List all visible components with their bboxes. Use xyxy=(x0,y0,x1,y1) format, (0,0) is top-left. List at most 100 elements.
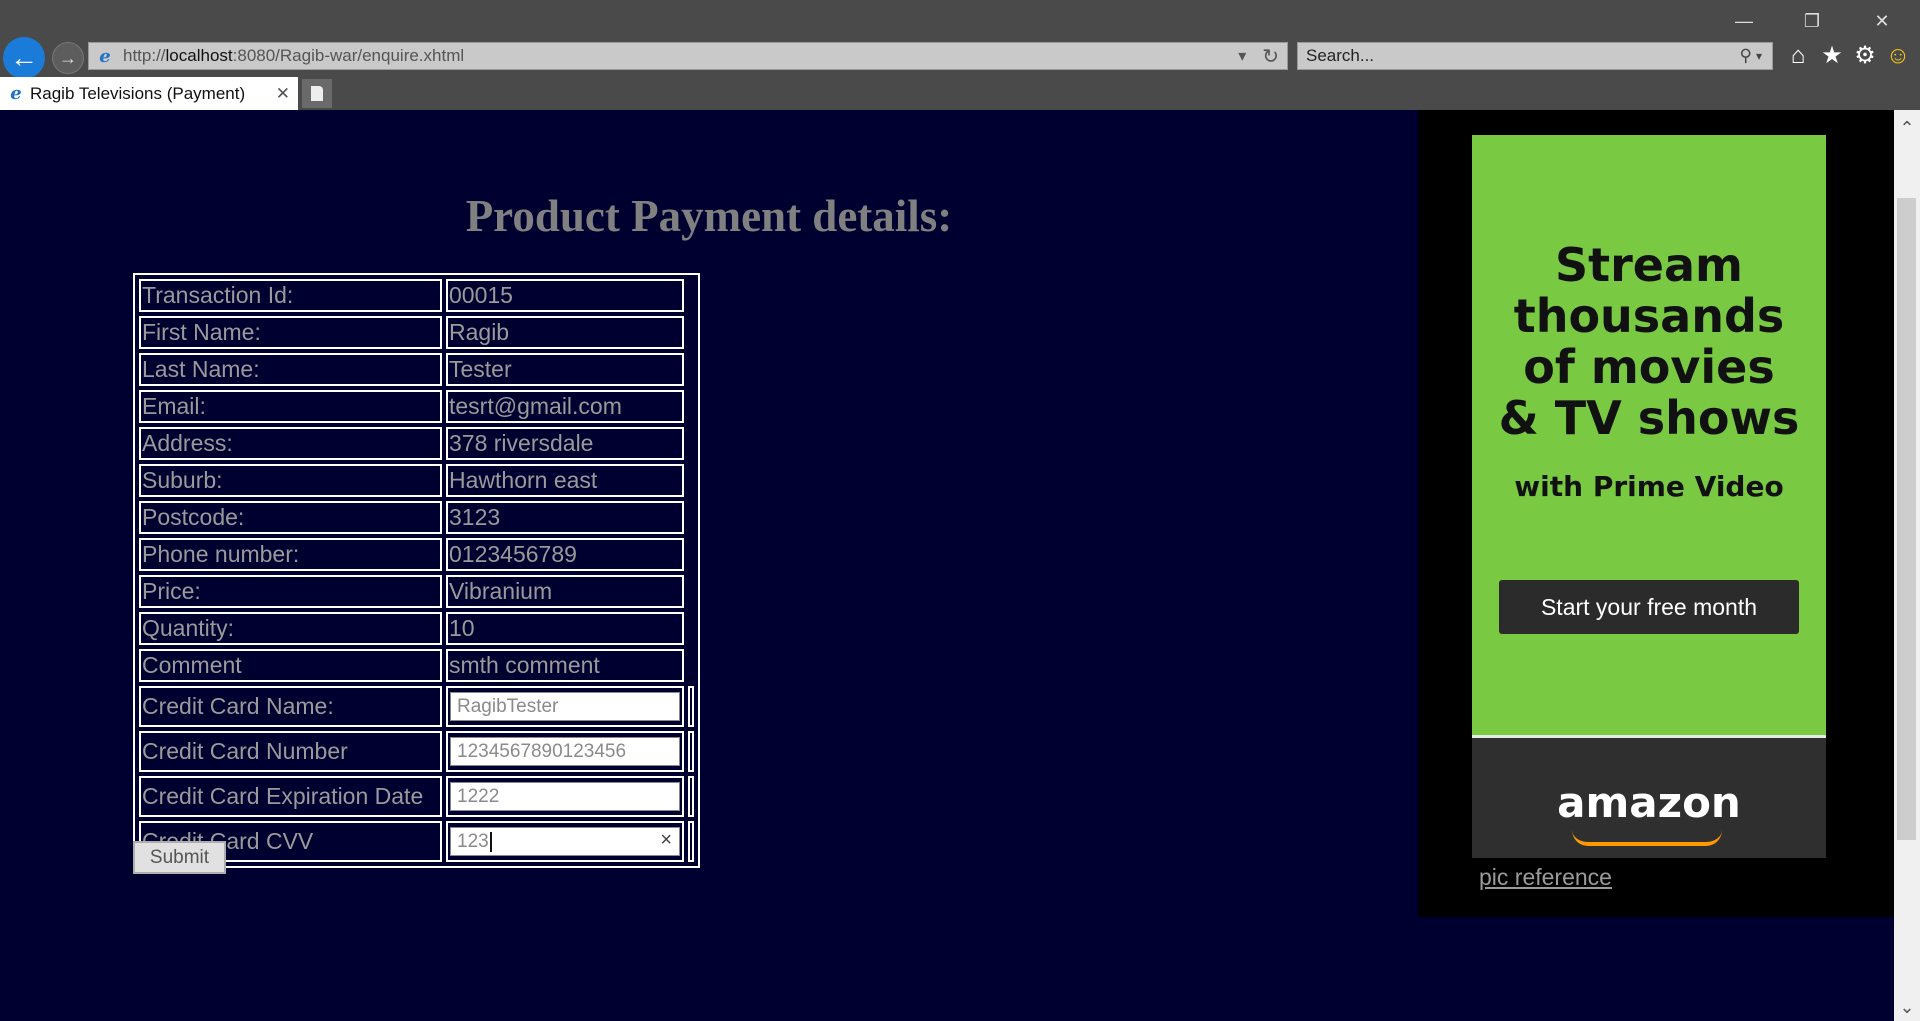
row-label: Email: xyxy=(139,390,442,423)
empty-cell xyxy=(688,731,694,772)
vertical-scrollbar[interactable]: ⌃ ⌄ xyxy=(1894,110,1920,1021)
ad-headline-line: thousands xyxy=(1513,289,1785,343)
tab-payment[interactable]: e Ragib Televisions (Payment) ✕ xyxy=(0,77,298,110)
page-title: Product Payment details: xyxy=(465,191,953,241)
row-value: 10 xyxy=(446,612,684,645)
start-free-month-button[interactable]: Start your free month xyxy=(1499,580,1799,634)
new-tab-icon xyxy=(311,86,323,101)
minimize-icon[interactable]: — xyxy=(1724,8,1764,34)
table-row: Comment smth comment xyxy=(139,649,694,682)
back-arrow-icon[interactable]: ← xyxy=(3,37,45,79)
close-tab-icon[interactable]: ✕ xyxy=(276,84,290,104)
row-value: Ragib xyxy=(446,316,684,349)
text-cursor xyxy=(489,831,492,852)
credit-card-number-input[interactable]: 1234567890123456 xyxy=(450,737,680,766)
address-bar[interactable]: e http://localhost:8080/Ragib-war/enquir… xyxy=(88,42,1288,70)
table-row: Email: tesrt@gmail.com xyxy=(139,390,694,423)
tab-title: Ragib Televisions (Payment) xyxy=(30,83,246,103)
row-label: Quantity: xyxy=(139,612,442,645)
search-bar[interactable]: ⚲ ▾ xyxy=(1297,42,1773,70)
address-dropdown-icon[interactable]: ▾ xyxy=(1238,46,1246,66)
cvv-input-wrapper: 123 × xyxy=(450,827,680,856)
credit-card-expiration-input[interactable]: 1222 xyxy=(450,782,680,811)
smiley-icon[interactable]: ☺ xyxy=(1884,42,1912,70)
ad-headline-line: & TV shows xyxy=(1498,391,1800,445)
ie-logo-icon: e xyxy=(99,45,111,67)
url-text[interactable]: http://localhost:8080/Ragib-war/enquire.… xyxy=(123,46,1230,66)
forward-arrow-icon[interactable]: → xyxy=(52,42,84,74)
ad-headline-line: Stream xyxy=(1555,238,1743,292)
clear-input-icon[interactable]: × xyxy=(660,829,672,852)
row-label: Last Name: xyxy=(139,353,442,386)
url-host: localhost xyxy=(165,46,233,65)
restore-icon[interactable]: ❐ xyxy=(1792,8,1832,34)
pic-reference-link[interactable]: pic reference xyxy=(1479,864,1612,891)
row-value: smth comment xyxy=(446,649,684,682)
home-icon[interactable]: ⌂ xyxy=(1784,42,1812,70)
credit-card-expiration-label: Credit Card Expiration Date xyxy=(139,776,442,817)
row-value: 0123456789 xyxy=(446,538,684,571)
table-row: Phone number: 0123456789 xyxy=(139,538,694,571)
row-label: Comment xyxy=(139,649,442,682)
table-row: Last Name: Tester xyxy=(139,353,694,386)
row-value: Vibranium xyxy=(446,575,684,608)
row-label: Suburb: xyxy=(139,464,442,497)
tab-favicon: e xyxy=(10,83,22,104)
table-row: Address: 378 riversdale xyxy=(139,427,694,460)
ad-subline: with Prime Video xyxy=(1514,470,1784,503)
row-value: 378 riversdale xyxy=(446,427,684,460)
row-value: tesrt@gmail.com xyxy=(446,390,684,423)
search-input[interactable] xyxy=(1298,45,1740,67)
prime-video-ad[interactable]: Stream thousands of movies & TV shows wi… xyxy=(1472,135,1826,858)
close-window-icon[interactable]: ✕ xyxy=(1862,8,1902,34)
table-row: First Name: Ragib xyxy=(139,316,694,349)
input-cell: 123 × xyxy=(446,821,684,862)
payment-details-table: Transaction Id: 00015 First Name: Ragib … xyxy=(133,273,700,868)
table-row: Credit Card Name: RagibTester xyxy=(139,686,694,727)
table-row: Postcode: 3123 xyxy=(139,501,694,534)
submit-button[interactable]: Submit xyxy=(133,841,226,874)
credit-card-cvv-input[interactable]: 123 xyxy=(450,827,680,856)
row-value: Tester xyxy=(446,353,684,386)
ad-headline-line: of movies xyxy=(1523,340,1775,394)
row-label: Transaction Id: xyxy=(139,279,442,312)
input-cell: 1234567890123456 xyxy=(446,731,684,772)
search-dropdown-icon[interactable]: ▾ xyxy=(1756,49,1762,63)
amazon-logo: amazon xyxy=(1557,778,1741,827)
ad-headline: Stream thousands of movies & TV shows xyxy=(1472,240,1826,444)
scroll-down-icon[interactable]: ⌄ xyxy=(1894,995,1920,1019)
credit-card-number-label: Credit Card Number xyxy=(139,731,442,772)
row-value: Hawthorn east xyxy=(446,464,684,497)
new-tab-button[interactable] xyxy=(302,79,332,108)
refresh-icon[interactable]: ↻ xyxy=(1262,44,1279,69)
row-label: Price: xyxy=(139,575,442,608)
credit-card-name-label: Credit Card Name: xyxy=(139,686,442,727)
empty-cell xyxy=(688,821,694,862)
amazon-smile-icon xyxy=(1572,830,1722,846)
row-label: Postcode: xyxy=(139,501,442,534)
table-row: Quantity: 10 xyxy=(139,612,694,645)
cvv-input-value: 123 xyxy=(457,830,489,852)
credit-card-name-input[interactable]: RagibTester xyxy=(450,692,680,721)
table-row: Price: Vibranium xyxy=(139,575,694,608)
search-icon[interactable]: ⚲ xyxy=(1740,46,1752,66)
table-row: Credit Card Expiration Date 1222 xyxy=(139,776,694,817)
empty-cell xyxy=(688,686,694,727)
table-row: Transaction Id: 00015 xyxy=(139,279,694,312)
url-prefix: http:// xyxy=(123,46,166,65)
input-cell: RagibTester xyxy=(446,686,684,727)
row-value: 3123 xyxy=(446,501,684,534)
browser-chrome: — ❐ ✕ ← → e http://localhost:8080/Ragib-… xyxy=(0,0,1920,110)
table-row: Suburb: Hawthorn east xyxy=(139,464,694,497)
url-path: :8080/Ragib-war/enquire.xhtml xyxy=(232,46,465,65)
input-cell: 1222 xyxy=(446,776,684,817)
gear-icon[interactable]: ⚙ xyxy=(1851,42,1879,70)
scroll-up-icon[interactable]: ⌃ xyxy=(1894,116,1920,140)
table-row: Credit Card Number 1234567890123456 xyxy=(139,731,694,772)
row-label: Phone number: xyxy=(139,538,442,571)
row-label: Address: xyxy=(139,427,442,460)
star-icon[interactable]: ★ xyxy=(1818,42,1846,70)
scroll-thumb[interactable] xyxy=(1897,198,1916,840)
row-label: First Name: xyxy=(139,316,442,349)
ad-footer: amazon xyxy=(1472,735,1826,858)
